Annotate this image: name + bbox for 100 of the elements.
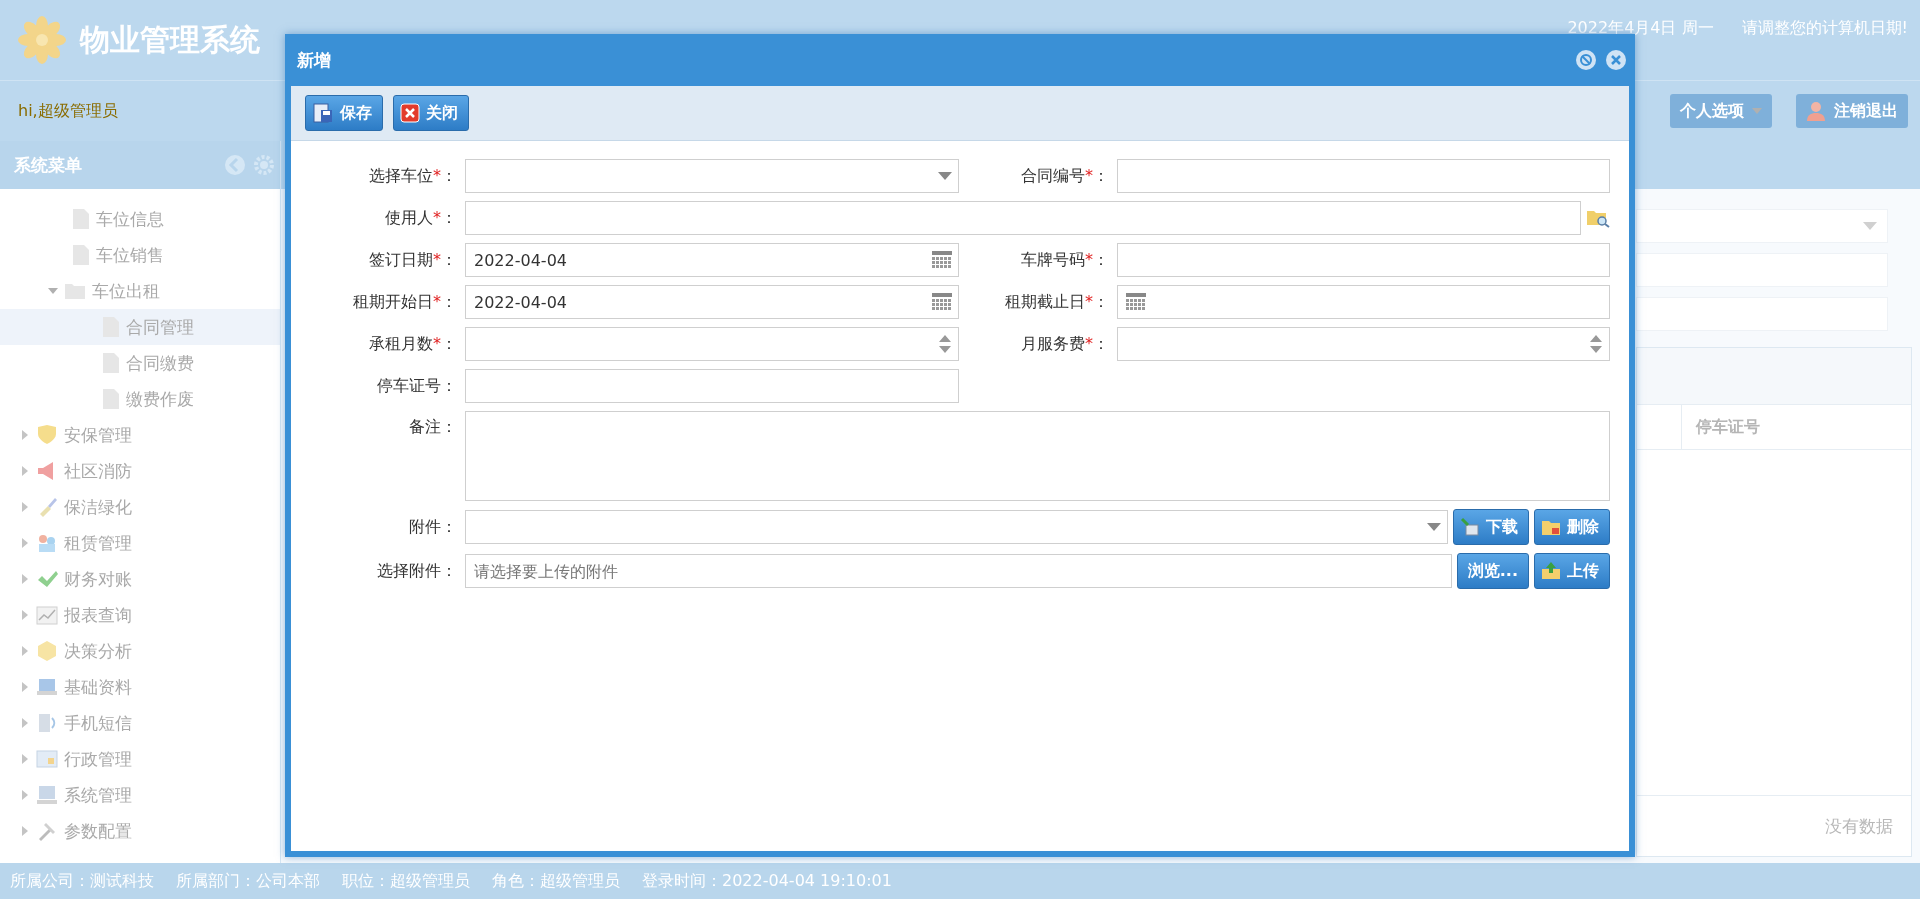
- laptop-icon: [36, 676, 58, 698]
- caret-icon[interactable]: [48, 286, 58, 296]
- tree-item[interactable]: 缴费作废: [0, 381, 280, 417]
- caret-icon[interactable]: [20, 646, 30, 656]
- options-button[interactable]: 个人选项: [1670, 94, 1772, 128]
- close-button[interactable]: 关闭: [393, 95, 469, 131]
- caret-icon: [1863, 222, 1877, 230]
- input-field[interactable]: [465, 201, 1581, 235]
- field-label: 月服务费*：: [1020, 333, 1109, 355]
- tree-item[interactable]: 合同管理: [0, 309, 280, 345]
- field-label: 合同编号*：: [1020, 165, 1109, 187]
- browse-button[interactable]: 浏览...: [1456, 553, 1529, 589]
- caret-icon[interactable]: [20, 430, 30, 440]
- spinner-icon[interactable]: [1589, 334, 1603, 354]
- menu-group[interactable]: 基础资料: [0, 669, 280, 705]
- menu-group[interactable]: 行政管理: [0, 741, 280, 777]
- menu-group[interactable]: 报表查询: [0, 597, 280, 633]
- settings-icon[interactable]: [254, 154, 274, 176]
- column-header: 停车证号: [1681, 405, 1911, 449]
- collapse-icon[interactable]: [224, 154, 246, 176]
- tree-item[interactable]: 合同缴费: [0, 345, 280, 381]
- input-field[interactable]: [465, 369, 959, 403]
- download-icon: [1460, 517, 1480, 537]
- menu-group[interactable]: 保洁绿化: [0, 489, 280, 525]
- input-field[interactable]: [1117, 243, 1610, 277]
- restore-icon[interactable]: [1575, 49, 1597, 71]
- number-field[interactable]: [1117, 327, 1610, 361]
- status-text: 所属部门：公司本部: [176, 870, 320, 892]
- field-label: 车牌号码*：: [1020, 249, 1109, 271]
- sidebar-title: 系统菜单: [14, 153, 82, 177]
- folder-search-icon[interactable]: [1586, 208, 1610, 228]
- delete-button[interactable]: 删除: [1534, 509, 1610, 545]
- caret-icon[interactable]: [20, 790, 30, 800]
- field-label: 租期截止日*：: [1004, 291, 1109, 313]
- menu-group[interactable]: 决策分析: [0, 633, 280, 669]
- empty-message: 没有数据: [1825, 814, 1893, 838]
- folder-icon: [64, 282, 86, 300]
- document-icon: [72, 244, 90, 266]
- date-field[interactable]: 2022-04-04: [465, 243, 959, 277]
- box-icon: [36, 640, 58, 662]
- status-text: 职位：超级管理员: [342, 870, 470, 892]
- remarks-field[interactable]: [465, 411, 1610, 501]
- field-label: 租期开始日*：: [352, 291, 457, 313]
- computer-icon: [36, 784, 58, 806]
- field-label: 备注：: [408, 416, 457, 438]
- field-label: 承租月数*：: [368, 333, 457, 355]
- tree-item[interactable]: 车位销售: [0, 237, 280, 273]
- caret-icon[interactable]: [20, 718, 30, 728]
- caret-icon[interactable]: [20, 754, 30, 764]
- field-label: 签订日期*：: [368, 249, 457, 271]
- document-icon: [102, 388, 120, 410]
- caret-icon[interactable]: [20, 466, 30, 476]
- tree-item[interactable]: 车位出租: [0, 273, 280, 309]
- date-field[interactable]: [1117, 285, 1610, 319]
- close-icon: [400, 103, 420, 123]
- form-icon: [36, 748, 58, 770]
- caret-icon[interactable]: [20, 682, 30, 692]
- date-field[interactable]: 2022-04-04: [465, 285, 959, 319]
- field-label: 使用人*：: [384, 207, 457, 229]
- save-icon: [312, 102, 334, 124]
- caret-icon[interactable]: [20, 574, 30, 584]
- calendar-icon[interactable]: [932, 251, 952, 269]
- tree-item[interactable]: 车位信息: [0, 201, 280, 237]
- menu-group[interactable]: 系统管理: [0, 777, 280, 813]
- caret-icon[interactable]: [20, 826, 30, 836]
- number-field[interactable]: [465, 327, 959, 361]
- save-button[interactable]: 保存: [305, 95, 383, 131]
- calendar-icon[interactable]: [932, 293, 952, 311]
- status-text: 登录时间：2022-04-04 19:10:01: [642, 870, 892, 892]
- people-icon: [36, 532, 58, 554]
- upload-icon: [1541, 561, 1561, 581]
- dropdown-caret-icon[interactable]: [1752, 106, 1762, 116]
- status-text: 角色：超级管理员: [492, 870, 620, 892]
- menu-group[interactable]: 安保管理: [0, 417, 280, 453]
- menu-group[interactable]: 租赁管理: [0, 525, 280, 561]
- document-icon: [102, 352, 120, 374]
- caret-icon[interactable]: [20, 610, 30, 620]
- calendar-icon[interactable]: [1126, 293, 1146, 311]
- logout-button[interactable]: 注销退出: [1796, 94, 1908, 128]
- chart-icon: [36, 604, 58, 626]
- menu-group[interactable]: 参数配置: [0, 813, 280, 849]
- spinner-icon[interactable]: [938, 334, 952, 354]
- field-label: 附件：: [408, 516, 457, 538]
- caret-icon[interactable]: [20, 502, 30, 512]
- caret-icon[interactable]: [20, 538, 30, 548]
- field-label: 选择附件：: [376, 560, 457, 582]
- upload-button[interactable]: 上传: [1534, 553, 1610, 589]
- caret-icon: [1427, 523, 1441, 531]
- file-field[interactable]: 请选择要上传的附件: [465, 554, 1452, 588]
- field-label: 选择车位*：: [368, 165, 457, 187]
- close-icon[interactable]: [1605, 49, 1627, 71]
- field-label: 停车证号：: [376, 375, 457, 397]
- input-field[interactable]: [1117, 159, 1610, 193]
- menu-group[interactable]: 手机短信: [0, 705, 280, 741]
- download-button[interactable]: 下载: [1453, 509, 1529, 545]
- menu-group[interactable]: 财务对账: [0, 561, 280, 597]
- menu-group[interactable]: 社区消防: [0, 453, 280, 489]
- dropdown-field[interactable]: [465, 510, 1448, 544]
- dropdown-field[interactable]: [465, 159, 959, 193]
- greeting: hi,超级管理员: [18, 100, 118, 122]
